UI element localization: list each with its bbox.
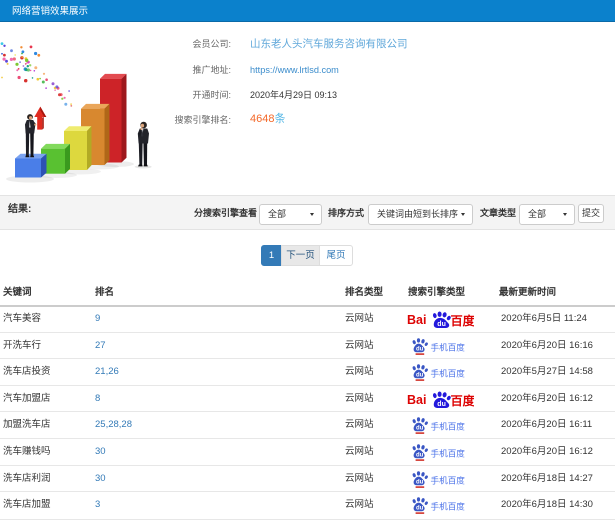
svg-text:手机百度: 手机百度 [431, 500, 466, 511]
svg-text:Bai: Bai [407, 313, 426, 327]
svg-text:手机百度: 手机百度 [431, 447, 466, 458]
svg-text:du: du [416, 373, 424, 379]
svg-text:手机百度: 手机百度 [431, 367, 466, 378]
svg-text:手机百度: 手机百度 [431, 341, 466, 352]
svg-text:百度: 百度 [451, 313, 475, 328]
svg-text:手机百度: 手机百度 [431, 474, 466, 485]
svg-text:du: du [416, 426, 424, 432]
svg-text:du: du [437, 401, 446, 408]
svg-text:du: du [437, 321, 446, 328]
svg-text:du: du [416, 506, 424, 512]
svg-text:Bai: Bai [407, 393, 426, 407]
svg-text:du: du [416, 453, 424, 459]
svg-text:百度: 百度 [451, 393, 475, 408]
svg-text:手机百度: 手机百度 [431, 421, 466, 432]
svg-text:du: du [416, 346, 424, 352]
svg-text:du: du [416, 479, 424, 485]
